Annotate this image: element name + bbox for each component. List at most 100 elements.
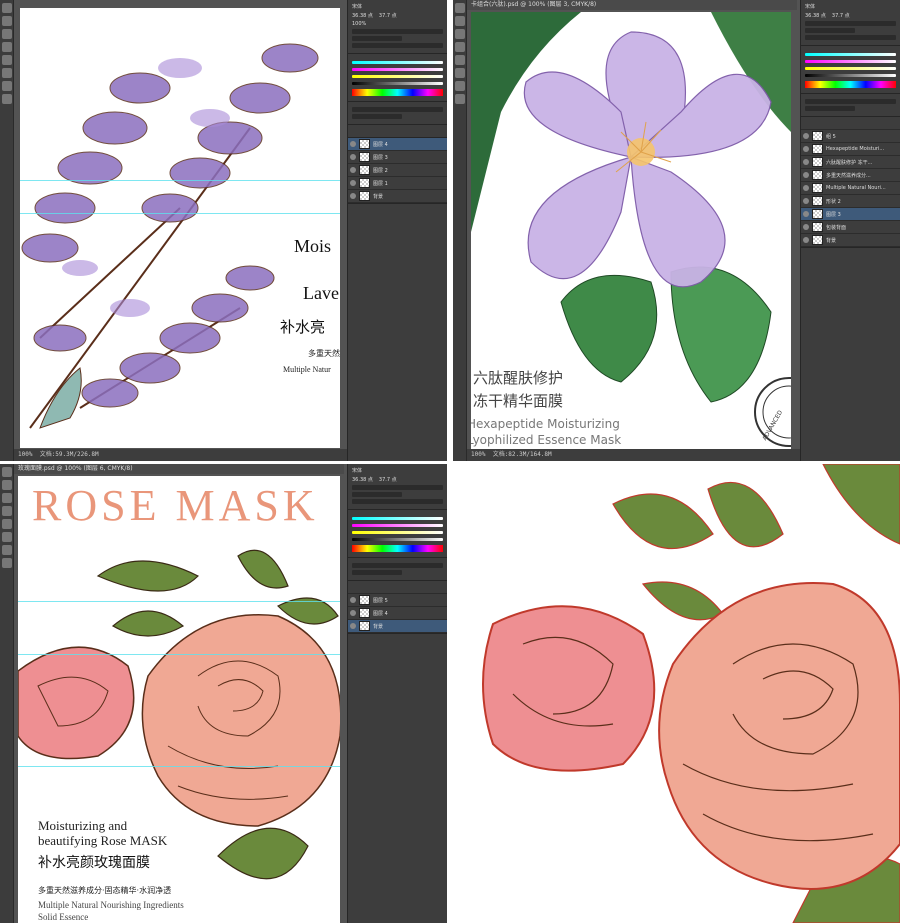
document-tab[interactable]: 卡组合(六肽).psd @ 100% (图层 3, CMYK/8) bbox=[467, 0, 797, 10]
canvas-text-en-title-1[interactable]: Moisturizing and bbox=[38, 818, 127, 834]
tools-panel[interactable] bbox=[0, 464, 14, 923]
eraser-tool-icon[interactable] bbox=[2, 68, 12, 78]
color-spectrum[interactable] bbox=[352, 545, 443, 552]
leading-field[interactable]: 37.7 点 bbox=[832, 12, 850, 19]
layer-row[interactable]: Hexapeptide Moisturi... bbox=[801, 143, 900, 156]
eraser-tool-icon[interactable] bbox=[2, 532, 12, 542]
visibility-eye-icon[interactable] bbox=[803, 237, 809, 243]
leading-field[interactable]: 37.7 点 bbox=[379, 476, 397, 483]
visibility-eye-icon[interactable] bbox=[803, 211, 809, 217]
visibility-eye-icon[interactable] bbox=[803, 198, 809, 204]
visibility-eye-icon[interactable] bbox=[803, 146, 809, 152]
zoom-tool-icon[interactable] bbox=[2, 94, 12, 104]
layer-row[interactable]: 形状 2 bbox=[801, 195, 900, 208]
font-family-select[interactable]: 宋体 bbox=[805, 3, 896, 10]
visibility-eye-icon[interactable] bbox=[803, 185, 809, 191]
rose-canvas[interactable]: ROSE MASK Moisturizing and beautifying R… bbox=[18, 476, 340, 923]
canvas-text-en-sub-2[interactable]: Solid Essence bbox=[38, 912, 88, 922]
flower-canvas[interactable]: 六肽醒肤修护 冻干精华面膜 Hexapeptide Moisturizing L… bbox=[471, 12, 791, 450]
visibility-eye-icon[interactable] bbox=[803, 224, 809, 230]
font-family-select[interactable]: 宋体 bbox=[352, 3, 443, 10]
black-slider[interactable] bbox=[352, 538, 443, 541]
black-slider[interactable] bbox=[352, 82, 443, 85]
eraser-tool-icon[interactable] bbox=[455, 68, 465, 78]
document-tab[interactable]: 玫瑰面膜.psd @ 100% (图层 6, CMYK/8) bbox=[14, 464, 344, 474]
lasso-tool-icon[interactable] bbox=[2, 493, 12, 503]
zoom-tool-icon[interactable] bbox=[455, 94, 465, 104]
zoom-level[interactable]: 100% bbox=[471, 451, 485, 458]
canvas-text-cn-line2[interactable]: 冻干精华面膜 bbox=[473, 390, 563, 411]
marquee-tool-icon[interactable] bbox=[2, 16, 12, 26]
magenta-slider[interactable] bbox=[352, 68, 443, 71]
visibility-eye-icon[interactable] bbox=[350, 154, 356, 160]
layer-row[interactable]: 组 5 bbox=[801, 130, 900, 143]
move-tool-icon[interactable] bbox=[2, 3, 12, 13]
layer-row[interactable]: 背景 bbox=[348, 190, 447, 203]
canvas-text-cn-title[interactable]: 补水亮颜玫瑰面膜 bbox=[38, 852, 150, 872]
visibility-eye-icon[interactable] bbox=[350, 141, 356, 147]
canvas-text-moisturizing[interactable]: Mois bbox=[294, 236, 331, 257]
visibility-eye-icon[interactable] bbox=[350, 610, 356, 616]
layer-row[interactable]: 图层 4 bbox=[348, 607, 447, 620]
zoom-level[interactable]: 100% bbox=[18, 451, 32, 458]
brush-tool-icon[interactable] bbox=[455, 55, 465, 65]
layer-row[interactable]: 包装背面 bbox=[801, 221, 900, 234]
crop-tool-icon[interactable] bbox=[2, 42, 12, 52]
magenta-slider[interactable] bbox=[352, 524, 443, 527]
cyan-slider[interactable] bbox=[352, 517, 443, 520]
canvas-text-en-line1[interactable]: Hexapeptide Moisturizing bbox=[471, 417, 620, 431]
layer-row[interactable]: 图层 4 bbox=[348, 138, 447, 151]
layer-row[interactable]: 图层 1 bbox=[348, 177, 447, 190]
canvas-text-en-sub[interactable]: Multiple Natur bbox=[283, 365, 331, 374]
cyan-slider[interactable] bbox=[805, 53, 896, 56]
tools-panel[interactable] bbox=[453, 0, 467, 461]
brush-tool-icon[interactable] bbox=[2, 519, 12, 529]
visibility-eye-icon[interactable] bbox=[803, 133, 809, 139]
magenta-slider[interactable] bbox=[805, 60, 896, 63]
canvas-text-lavender[interactable]: Lave bbox=[303, 283, 339, 304]
marquee-tool-icon[interactable] bbox=[455, 16, 465, 26]
visibility-eye-icon[interactable] bbox=[350, 597, 356, 603]
cyan-slider[interactable] bbox=[352, 61, 443, 64]
layer-row[interactable]: 背景 bbox=[801, 234, 900, 247]
layer-row[interactable]: 背景 bbox=[348, 620, 447, 633]
visibility-eye-icon[interactable] bbox=[350, 623, 356, 629]
layer-row[interactable]: Multiple Natural Nouri... bbox=[801, 182, 900, 195]
type-tool-icon[interactable] bbox=[2, 545, 12, 555]
yellow-slider[interactable] bbox=[805, 67, 896, 70]
layer-row[interactable]: 图层 3 bbox=[348, 151, 447, 164]
tools-panel[interactable] bbox=[0, 0, 14, 461]
layer-row[interactable]: 多重天然滋养成分... bbox=[801, 169, 900, 182]
zoom-tool-icon[interactable] bbox=[2, 558, 12, 568]
font-family-select[interactable]: 宋体 bbox=[352, 467, 443, 474]
canvas-text-en-line2[interactable]: Lyophilized Essence Mask bbox=[471, 433, 621, 447]
canvas-text-en-title-2[interactable]: beautifying Rose MASK bbox=[38, 833, 167, 849]
font-size-field[interactable]: 36.38 点 bbox=[352, 476, 373, 483]
visibility-eye-icon[interactable] bbox=[803, 159, 809, 165]
canvas-text-cn-line1[interactable]: 六肽醒肤修护 bbox=[473, 367, 563, 388]
color-spectrum[interactable] bbox=[352, 89, 443, 96]
lavender-canvas[interactable]: Mois Lave 补水亮 多重天然 Multiple Natur bbox=[20, 8, 340, 448]
visibility-eye-icon[interactable] bbox=[350, 180, 356, 186]
canvas-text-cn-title[interactable]: 补水亮 bbox=[280, 316, 325, 337]
type-tool-icon[interactable] bbox=[2, 81, 12, 91]
visibility-eye-icon[interactable] bbox=[350, 193, 356, 199]
canvas-text-en-sub-1[interactable]: Multiple Natural Nourishing Ingredients bbox=[38, 900, 184, 910]
visibility-eye-icon[interactable] bbox=[350, 167, 356, 173]
canvas-text-cn-sub[interactable]: 多重天然滋养成分·固态精华·水润净透 bbox=[38, 885, 171, 896]
layer-row[interactable]: 六肽醒肤修护 冻干... bbox=[801, 156, 900, 169]
canvas-text-cn-sub[interactable]: 多重天然 bbox=[308, 348, 340, 359]
type-tool-icon[interactable] bbox=[455, 81, 465, 91]
lasso-tool-icon[interactable] bbox=[455, 29, 465, 39]
scale-field[interactable]: 100% bbox=[352, 21, 443, 27]
layer-row[interactable]: 图层 3 bbox=[801, 208, 900, 221]
crop-tool-icon[interactable] bbox=[2, 506, 12, 516]
layer-row[interactable]: 图层 2 bbox=[348, 164, 447, 177]
leading-field[interactable]: 37.7 点 bbox=[379, 12, 397, 19]
yellow-slider[interactable] bbox=[352, 531, 443, 534]
font-size-field[interactable]: 36.38 点 bbox=[352, 12, 373, 19]
yellow-slider[interactable] bbox=[352, 75, 443, 78]
move-tool-icon[interactable] bbox=[2, 467, 12, 477]
crop-tool-icon[interactable] bbox=[455, 42, 465, 52]
move-tool-icon[interactable] bbox=[455, 3, 465, 13]
